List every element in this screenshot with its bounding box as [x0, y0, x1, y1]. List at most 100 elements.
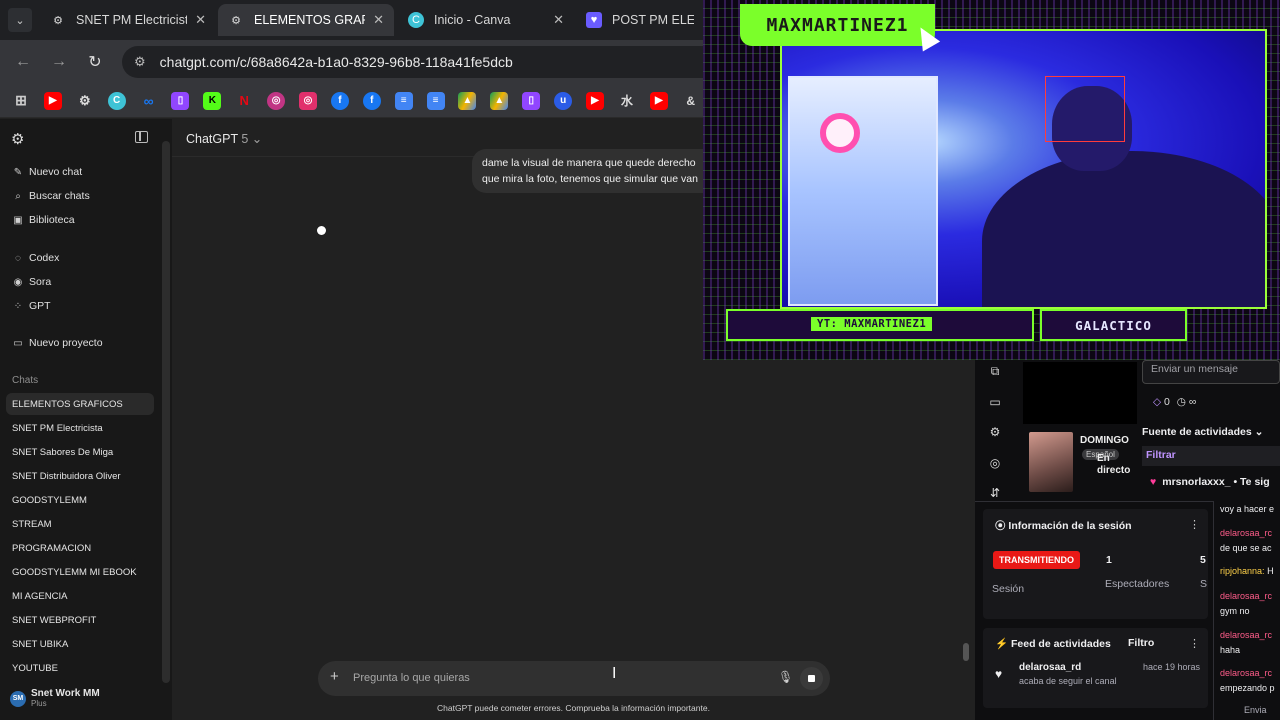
- session-label: Sesión: [992, 583, 1025, 595]
- disclaimer: ChatGPT puede cometer errores. Comprueba…: [437, 703, 710, 713]
- send-button[interactable]: Envia: [1244, 705, 1267, 715]
- add-user-icon[interactable]: ⇵: [987, 486, 1003, 502]
- reload-icon[interactable]: ↻: [84, 51, 106, 73]
- clip-icon[interactable]: ⧉: [987, 364, 1003, 380]
- microphone-icon[interactable]: 🎙: [778, 670, 793, 684]
- facebook-icon[interactable]: f: [362, 91, 381, 110]
- chat-item[interactable]: SNET WEBPROFIT: [6, 609, 154, 631]
- chat-user[interactable]: delarosaa_rc: [1220, 630, 1272, 640]
- stream-overlay: MAXMARTINEZ1 YT: MAXMARTINEZ1 GALACTICO: [703, 0, 1280, 360]
- sidebar-item-gpt[interactable]: ⁘ GPT: [12, 296, 51, 316]
- activity-feed-heading[interactable]: Fuente de actividades ⌄: [1142, 426, 1263, 438]
- model-selector[interactable]: ChatGPT 5 ⌄: [186, 131, 262, 146]
- docs-icon[interactable]: ≡: [426, 91, 445, 110]
- canva-icon: C: [408, 12, 424, 28]
- composer[interactable]: + Pregunta lo que quieras 🎙: [318, 661, 830, 696]
- close-icon[interactable]: ✕: [373, 12, 384, 28]
- forward-icon[interactable]: →: [48, 51, 70, 73]
- chatgpt-icon: ⚙: [231, 14, 241, 27]
- upwork-icon[interactable]: u: [554, 91, 573, 110]
- twitch-icon[interactable]: ▯: [522, 91, 541, 110]
- camera-icon[interactable]: ▭: [987, 395, 1003, 411]
- channel-points[interactable]: ◇ 0 ◷ ∞: [1153, 396, 1196, 408]
- sidebar-item-new-project[interactable]: ▭ Nuevo proyecto: [12, 333, 102, 353]
- drive-icon[interactable]: ▲: [458, 91, 477, 110]
- activity-feed-title-label: Feed de actividades: [1011, 638, 1111, 650]
- sidebar-item-library[interactable]: ▣ Biblioteca: [12, 210, 74, 230]
- chat-item[interactable]: ELEMENTOS GRAFICOS: [6, 393, 154, 415]
- chat-item[interactable]: YOUTUBE: [6, 657, 154, 679]
- chat-item[interactable]: PROGRAMACION: [6, 537, 154, 559]
- sidebar-scrollbar[interactable]: [162, 141, 170, 683]
- sidebar-item-new-chat[interactable]: ✎ Nuevo chat: [12, 162, 82, 182]
- user-menu[interactable]: SM Snet Work MM Plus: [10, 688, 100, 709]
- chat-item[interactable]: GOODSTYLEMM MI EBOOK: [6, 561, 154, 583]
- chat-user[interactable]: delarosaa_rc: [1220, 668, 1272, 678]
- sidebar-item-sora[interactable]: ◉ Sora: [12, 272, 52, 292]
- sidebar-item-codex[interactable]: ◌ Codex: [12, 248, 59, 268]
- more-options-icon[interactable]: ⋮: [1189, 637, 1200, 650]
- facebook-icon[interactable]: f: [330, 91, 349, 110]
- feed-filter-button[interactable]: Filtro: [1128, 637, 1154, 649]
- canva-icon[interactable]: C: [107, 91, 126, 110]
- youtube-tag: YT: MAXMARTINEZ1: [811, 317, 933, 331]
- youtube-icon[interactable]: ▶: [586, 91, 605, 110]
- chat-item[interactable]: SNET UBIKA: [6, 633, 154, 655]
- main-scrollbar[interactable]: [963, 643, 969, 661]
- sora-icon: ◉: [13, 276, 23, 288]
- instagram-color-icon[interactable]: ◎: [267, 91, 286, 110]
- back-icon[interactable]: ←: [12, 51, 34, 73]
- sidebar-item-search-chats[interactable]: ⌕ Buscar chats: [12, 186, 90, 206]
- chat-line: de que se ac: [1220, 543, 1272, 553]
- netflix-icon[interactable]: N: [235, 92, 253, 110]
- close-icon[interactable]: ✕: [195, 12, 206, 28]
- meta-icon[interactable]: ∞: [140, 92, 158, 110]
- bookmark-icon[interactable]: 水: [618, 92, 636, 110]
- composer-placeholder[interactable]: Pregunta lo que quieras: [353, 672, 470, 684]
- tab-label: SNET PM Electricista: [76, 13, 188, 27]
- chat-item[interactable]: SNET Sabores De Miga: [6, 441, 154, 463]
- kick-icon[interactable]: K: [203, 91, 222, 110]
- folder-icon: ▭: [13, 337, 23, 349]
- chat-message-input[interactable]: Enviar un mensaje: [1142, 360, 1280, 384]
- chat-text: H: [1267, 566, 1274, 576]
- tab-snet-pm-electricista[interactable]: ⚙ SNET PM Electricista ✕: [40, 4, 216, 36]
- chat-item[interactable]: GOODSTYLEMM: [6, 489, 154, 511]
- library-icon: ▣: [13, 214, 23, 226]
- twitch-dashboard: ⧉ ▭ ⚙ ◎ ⇵ DOMINGO Español En directo Env…: [975, 360, 1280, 720]
- tab-elementos-graficos[interactable]: ⚙ ELEMENTOS GRAFIC ✕: [218, 4, 394, 36]
- chat-item[interactable]: MI AGENCIA: [6, 585, 154, 607]
- activity-user[interactable]: delarosaa_rd: [1019, 662, 1081, 673]
- close-icon[interactable]: ✕: [553, 12, 564, 28]
- openai-logo-icon[interactable]: ⚙: [11, 130, 24, 148]
- chat-item[interactable]: SNET Distribuidora Oliver: [6, 465, 154, 487]
- chatgpt-icon[interactable]: ⚙: [76, 92, 94, 110]
- docs-icon[interactable]: ≡: [394, 91, 413, 110]
- stop-generating-button[interactable]: [800, 667, 823, 690]
- add-attachment-icon[interactable]: +: [330, 668, 339, 685]
- tab-post-pm-electre[interactable]: ♥ POST PM ELECTRE: [576, 4, 704, 36]
- user-plan: Plus: [31, 699, 47, 708]
- youtube-icon[interactable]: ▶: [43, 91, 62, 110]
- youtube-icon[interactable]: ▶: [649, 91, 668, 110]
- twitch-icon[interactable]: ▯: [171, 91, 190, 110]
- chat-item[interactable]: SNET PM Electricista: [6, 417, 154, 439]
- chat-user[interactable]: delarosaa_rc: [1220, 528, 1272, 538]
- apps-icon[interactable]: ⊞: [12, 92, 30, 110]
- settings-icon[interactable]: ⚙: [987, 425, 1003, 441]
- tab-canva[interactable]: C Inicio - Canva ✕: [398, 4, 574, 36]
- sidebar-toggle-icon[interactable]: [135, 131, 148, 143]
- drive-icon[interactable]: ▲: [490, 91, 509, 110]
- chat-line: ripjohanna: H: [1220, 566, 1274, 576]
- mod-icon[interactable]: ◎: [987, 456, 1003, 472]
- filter-button[interactable]: Filtrar: [1142, 446, 1280, 466]
- sidebar-item-label: Nuevo chat: [29, 166, 83, 178]
- chat-item[interactable]: STREAM: [6, 513, 154, 535]
- instagram-icon[interactable]: ◎: [299, 91, 318, 110]
- ampersand-icon[interactable]: &: [682, 92, 700, 110]
- chat-user[interactable]: delarosaa_rc: [1220, 591, 1272, 601]
- site-settings-icon[interactable]: ⚙: [134, 54, 146, 70]
- more-options-icon[interactable]: ⋮: [1189, 518, 1200, 531]
- tab-search-dropdown[interactable]: ⌄: [8, 8, 32, 32]
- chat-user[interactable]: ripjohanna:: [1220, 566, 1265, 576]
